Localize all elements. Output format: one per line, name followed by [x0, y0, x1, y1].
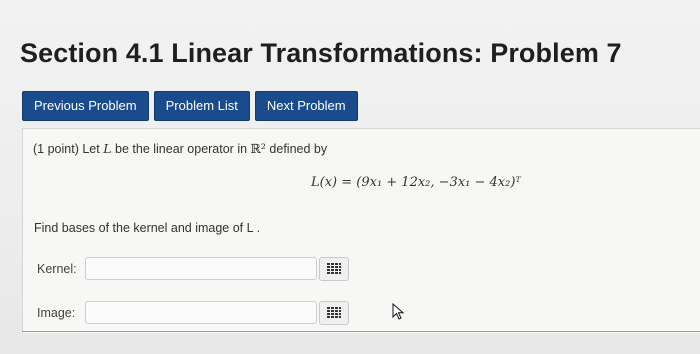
operator-symbol: L: [103, 141, 112, 156]
mouse-pointer-icon: [392, 303, 405, 320]
page-title: Section 4.1 Linear Transformations: Prob…: [20, 38, 622, 68]
next-problem-button[interactable]: Next Problem: [254, 91, 358, 121]
kernel-input[interactable]: [85, 257, 317, 280]
image-input[interactable]: [85, 301, 317, 324]
image-label: Image:: [37, 306, 76, 320]
page: Section 4.1 Linear Transformations: Prob…: [0, 0, 700, 354]
image-matrix-button[interactable]: [319, 301, 349, 325]
intro-let: Let: [82, 142, 100, 156]
problem-nav: Previous Problem Problem List Next Probl…: [22, 91, 358, 121]
matrix-grid-icon: [327, 307, 341, 318]
instruction-text: Find bases of the kernel and image of L …: [34, 221, 261, 235]
previous-problem-button[interactable]: Previous Problem: [22, 91, 149, 121]
vector-space: ℝ²: [250, 141, 266, 156]
intro-end: defined by: [269, 142, 328, 156]
kernel-matrix-button[interactable]: [319, 257, 349, 281]
operator-equation: L(x) = (9x₁ + 12x₂, −3x₁ − 4x₂)ᵀ: [311, 175, 521, 190]
problem-list-button[interactable]: Problem List: [153, 91, 250, 121]
intro-mid: be the linear operator in: [115, 142, 248, 156]
problem-statement: (1 point) Let L be the linear operator i…: [33, 141, 327, 156]
problem-box: (1 point) Let L be the linear operator i…: [22, 128, 700, 333]
kernel-label: Kernel:: [37, 262, 77, 276]
divider: [22, 331, 700, 332]
points-label: (1 point): [33, 142, 79, 156]
matrix-grid-icon: [327, 263, 341, 274]
